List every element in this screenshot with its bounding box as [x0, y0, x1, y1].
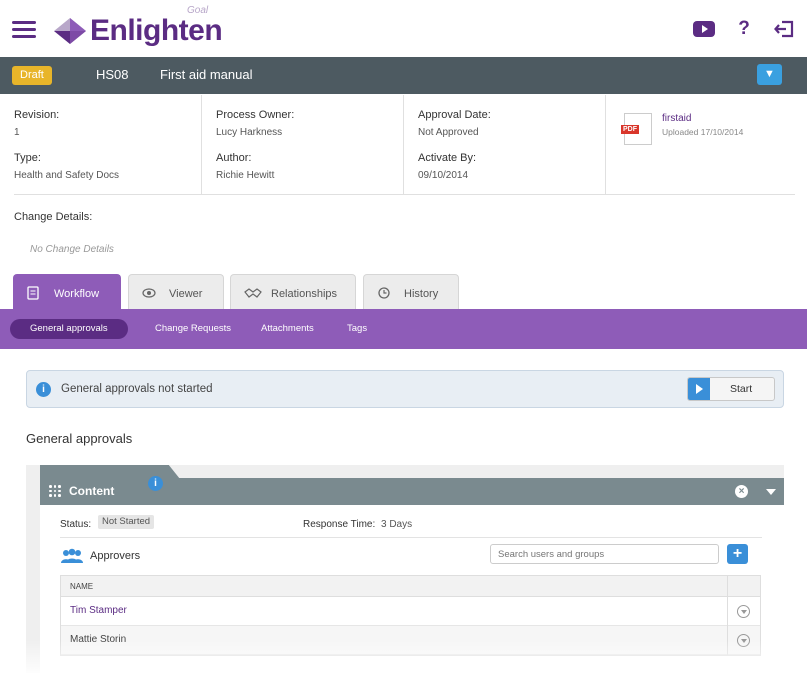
attached-file[interactable]: PDF firstaid Uploaded 17/10/2014	[606, 95, 807, 195]
section-title: General approvals	[26, 431, 133, 446]
logo-diamond-icon	[54, 18, 86, 44]
table-row: Mattie Storin	[61, 626, 760, 655]
activate-by-value: 09/10/2014	[418, 170, 469, 181]
tab-workflow[interactable]: Workflow	[13, 274, 121, 309]
row-options-chevron-icon[interactable]	[737, 634, 750, 647]
type-value: Health and Safety Docs	[14, 170, 120, 181]
app-name: Enlighten	[90, 14, 223, 47]
pdf-file-icon: PDF	[621, 113, 652, 145]
table-row: Tim Stamper	[61, 597, 760, 626]
users-group-icon	[61, 548, 83, 563]
document-title: First aid manual	[160, 67, 253, 82]
file-name-link[interactable]: firstaid	[662, 113, 691, 124]
tab-label: Relationships	[271, 288, 338, 300]
approval-date-label: Approval Date:	[418, 109, 491, 121]
panel-header: Content i ×	[40, 476, 784, 505]
panel-body: Status: Not Started Response Time: 3 Day…	[40, 505, 784, 673]
tab-viewer[interactable]: Viewer	[128, 274, 224, 309]
change-details-value: No Change Details	[30, 244, 114, 255]
file-uploaded-date: Uploaded 17/10/2014	[662, 127, 744, 137]
top-bar: Enlighten Goal ?	[0, 0, 807, 57]
column-header-name: NAME	[70, 582, 94, 591]
process-owner-value: Lucy Harkness	[216, 127, 283, 138]
row-options-chevron-icon[interactable]	[737, 605, 750, 618]
approval-date-value: Not Approved	[418, 127, 479, 138]
divider	[14, 194, 795, 195]
info-icon: i	[36, 382, 51, 397]
change-details-label: Change Details:	[14, 211, 93, 223]
chevron-down-icon[interactable]: ▼	[757, 64, 782, 85]
response-time-value: 3 Days	[381, 519, 413, 530]
app-logo-subtitle: Goal	[187, 5, 209, 16]
author-label: Author:	[216, 152, 252, 164]
search-users-input[interactable]	[490, 544, 719, 564]
info-icon[interactable]: i	[148, 476, 163, 491]
revision-label: Revision:	[14, 109, 60, 121]
alert-message: General approvals not started	[61, 383, 213, 395]
document-header-bar: Draft HS08 First aid manual ▼	[0, 57, 807, 94]
add-approver-button[interactable]: +	[727, 544, 748, 564]
subnav-attachments[interactable]: Attachments	[261, 319, 314, 339]
tab-relationships[interactable]: Relationships	[230, 274, 356, 309]
handshake-icon	[244, 288, 262, 298]
approvals-alert: i General approvals not started Start	[26, 370, 784, 408]
document-code: HS08	[96, 67, 129, 82]
divider	[60, 537, 762, 538]
process-owner-label: Process Owner:	[216, 109, 295, 121]
start-button-label: Start	[730, 383, 753, 395]
hamburger-menu-icon[interactable]	[12, 21, 36, 39]
author-value: Richie Hewitt	[216, 170, 275, 181]
type-label: Type:	[14, 152, 41, 164]
close-icon[interactable]: ×	[735, 485, 748, 498]
video-play-icon[interactable]	[693, 18, 715, 40]
logout-icon[interactable]	[773, 18, 795, 40]
status-badge: Draft	[12, 66, 52, 85]
activate-by-label: Activate By:	[418, 152, 477, 164]
status-value-badge: Not Started	[98, 515, 155, 529]
help-icon[interactable]: ?	[733, 18, 755, 40]
main-tabs: Workflow Viewer Relationships History	[0, 274, 807, 309]
approvers-label: Approvers	[90, 550, 141, 562]
eye-icon	[142, 288, 156, 298]
approvers-table: NAME Tim Stamper Mattie Storin	[60, 575, 761, 656]
approver-name-link[interactable]: Tim Stamper	[70, 605, 127, 616]
content-panel: Content i × Status: Not Started Response…	[26, 465, 784, 673]
approver-name[interactable]: Mattie Storin	[70, 634, 126, 645]
document-icon	[27, 286, 39, 300]
revision-value: 1	[14, 127, 20, 138]
response-time-label: Response Time:	[303, 519, 376, 530]
start-button[interactable]: Start	[687, 377, 775, 401]
drag-handle-icon[interactable]	[49, 485, 61, 497]
collapse-chevron-icon[interactable]	[758, 478, 784, 505]
play-icon	[688, 378, 710, 400]
status-label: Status:	[60, 519, 92, 530]
subnav-general-approvals[interactable]: General approvals	[10, 319, 128, 339]
subnav-change-requests[interactable]: Change Requests	[155, 319, 231, 339]
tab-label: Viewer	[169, 288, 203, 300]
panel-title: Content	[69, 484, 115, 498]
workflow-content: i General approvals not started Start Ge…	[0, 349, 807, 673]
table-header: NAME	[61, 576, 760, 597]
tab-history[interactable]: History	[363, 274, 459, 309]
tab-label: History	[404, 288, 439, 300]
document-info-panel: Revision: 1 Type: Health and Safety Docs…	[0, 95, 807, 195]
sub-navigation: General approvals Change Requests Attach…	[0, 309, 807, 349]
history-icon	[378, 287, 390, 299]
tab-label: Workflow	[54, 288, 100, 300]
subnav-tags[interactable]: Tags	[347, 319, 367, 339]
